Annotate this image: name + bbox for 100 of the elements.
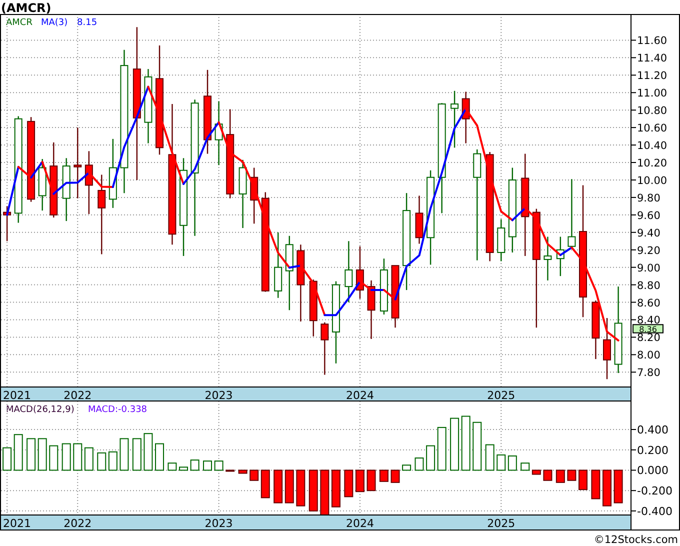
histogram-bar (73, 443, 82, 471)
year-label: 2021 (3, 389, 31, 402)
candlestick (309, 280, 318, 336)
candlestick (62, 158, 70, 222)
histogram-bar (543, 470, 552, 481)
y-tick-label: 0.200 (637, 444, 668, 457)
histogram-bar (496, 454, 506, 471)
ma-label: MA(3) (41, 18, 68, 28)
histogram-bar (97, 452, 106, 471)
candlestick (74, 128, 82, 198)
histogram-bar (203, 460, 212, 471)
candlestick (415, 196, 424, 244)
histogram-bar (461, 416, 470, 471)
year-label: 2023 (204, 389, 233, 402)
histogram-bar (450, 418, 460, 471)
histogram-bar (591, 470, 600, 500)
histogram-bar (366, 470, 376, 492)
y-tick-label: 8.20 (637, 332, 660, 344)
candlestick (238, 160, 247, 228)
histogram-bar (284, 470, 294, 504)
histogram-bar (320, 470, 330, 516)
histogram-bar (120, 438, 129, 471)
histogram-bar (84, 447, 94, 471)
y-tick-label: 10.40 (637, 140, 668, 152)
histogram-bar (14, 434, 23, 471)
y-tick-label: 11.40 (637, 52, 668, 65)
histogram-bar (49, 445, 58, 471)
histogram-bar (508, 455, 517, 471)
y-tick-label: 11.20 (637, 70, 668, 82)
histogram-bar (414, 458, 424, 471)
macd-label: MACD(26,12,9) (6, 405, 74, 415)
histogram-bar (379, 470, 388, 482)
candlestick (380, 258, 388, 314)
histogram-bar (614, 470, 623, 504)
year-label: 2023 (204, 517, 233, 530)
year-label: 2022 (64, 517, 92, 530)
macd-value: MACD:-0.338 (88, 405, 148, 415)
chart-title: (AMCR) (1, 1, 52, 15)
histogram-bar (520, 462, 530, 471)
histogram-bar (578, 470, 588, 490)
histogram-bar (132, 438, 142, 471)
y-tick-label: 10.80 (637, 105, 668, 118)
candlestick (84, 151, 93, 214)
candlestick (544, 236, 552, 280)
histogram-bar (190, 460, 200, 471)
histogram-bar (250, 470, 259, 481)
y-tick-label: 0.400 (637, 424, 668, 436)
year-label: 2024 (346, 389, 374, 402)
candlestick (344, 241, 353, 302)
candlestick (274, 232, 282, 298)
y-tick-label: 9.20 (637, 244, 660, 257)
candlestick (38, 159, 46, 211)
histogram-bar (532, 470, 541, 475)
candlestick (3, 206, 12, 242)
y-tick-label: 8.40 (637, 314, 660, 327)
candlestick (592, 300, 600, 360)
y-tick-label: 10.00 (637, 174, 668, 187)
histogram-bar (214, 460, 224, 471)
histogram-bar (2, 447, 12, 471)
histogram-bar (260, 470, 270, 498)
histogram-bar (344, 470, 354, 498)
year-label: 2022 (64, 389, 92, 402)
copyright-text: ©12Stocks.com (594, 534, 678, 546)
year-label: 2024 (346, 517, 374, 530)
histogram-bar (426, 445, 436, 471)
candlestick (391, 265, 400, 328)
year-label: 2025 (487, 389, 516, 402)
candlestick (214, 101, 223, 166)
histogram-bar (567, 470, 576, 481)
y-tick-label: 10.20 (637, 158, 668, 170)
y-tick-label: 8.80 (637, 280, 660, 292)
candlestick (568, 179, 576, 248)
histogram-bar (308, 470, 318, 512)
histogram-bar (144, 433, 153, 471)
candlestick (450, 90, 459, 148)
candlestick (320, 322, 329, 375)
candlestick (356, 246, 364, 299)
y-tick-label: 9.80 (637, 192, 660, 204)
histogram-bar (331, 470, 340, 508)
y-tick-label: 11.60 (637, 35, 668, 48)
histogram-bar (155, 443, 164, 471)
candlestick (556, 236, 564, 276)
y-tick-label: 9.00 (637, 262, 660, 274)
histogram-bar (296, 470, 306, 506)
y-tick-label: 8.60 (637, 297, 660, 310)
candlestick (108, 138, 117, 208)
histogram-bar (402, 464, 412, 471)
year-label: 2021 (3, 517, 31, 530)
histogram-bar (108, 451, 118, 471)
histogram-bar (38, 438, 47, 471)
ma-value: 8.15 (77, 18, 98, 28)
histogram-bar (226, 470, 235, 472)
candlestick (603, 318, 611, 380)
y-tick-label: 7.80 (637, 367, 660, 380)
histogram-bar (556, 470, 565, 483)
histogram-bar (274, 470, 283, 504)
histogram-bar (238, 470, 248, 474)
year-label: 2025 (487, 517, 516, 530)
candlestick (462, 92, 470, 144)
histogram-bar (602, 470, 612, 506)
